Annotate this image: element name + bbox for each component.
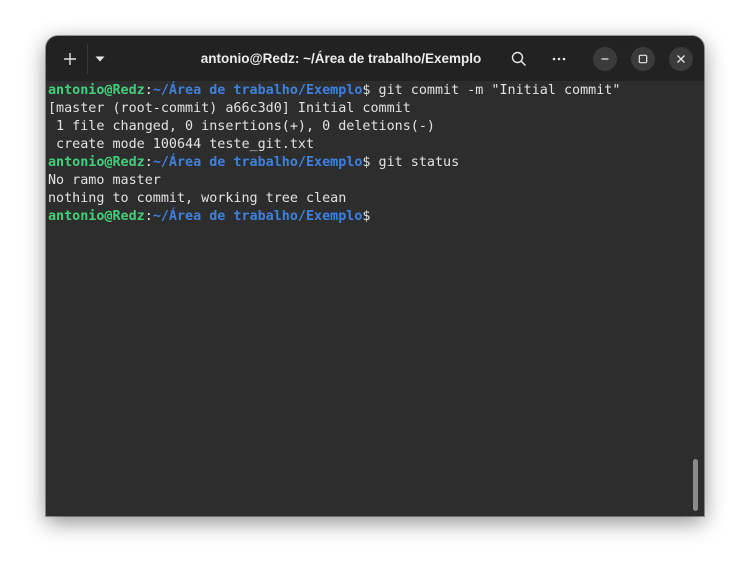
terminal-line-prompt: antonio@Redz:~/Área de trabalho/Exemplo$… — [48, 154, 620, 172]
prompt-separator: : — [144, 209, 153, 224]
prompt-command: $ — [362, 209, 371, 224]
prompt-path: ~/Área de trabalho/Exemplo — [152, 209, 363, 224]
search-button[interactable] — [505, 45, 533, 73]
tab-menu-button[interactable] — [89, 45, 111, 73]
terminal-line-output: 1 file changed, 0 insertions(+), 0 delet… — [48, 119, 435, 134]
maximize-button[interactable] — [631, 47, 655, 71]
terminal-line-prompt: antonio@Redz:~/Área de trabalho/Exemplo$… — [48, 82, 620, 100]
prompt-separator: : — [144, 83, 153, 98]
window-title: antonio@Redz: ~/Área de trabalho/Exemplo — [200, 51, 482, 66]
search-icon — [511, 51, 527, 67]
terminal-line-output: No ramo master — [48, 173, 161, 188]
new-tab-button[interactable] — [56, 45, 84, 73]
titlebar-divider — [87, 44, 88, 74]
scrollbar-thumb[interactable] — [693, 459, 698, 511]
plus-icon — [64, 53, 76, 65]
prompt-command: $ git status — [362, 155, 460, 170]
prompt-command: $ git commit -m "Initial commit" — [362, 83, 621, 98]
maximize-icon — [638, 54, 648, 64]
minimize-icon — [601, 58, 609, 60]
terminal-line-prompt: antonio@Redz:~/Área de trabalho/Exemplo$ — [48, 208, 620, 226]
close-icon — [677, 55, 685, 63]
terminal-line-output: [master (root-commit) a66c3d0] Initial c… — [48, 101, 411, 116]
terminal-window: antonio@Redz: ~/Área de trabalho/Exemplo — [46, 36, 704, 516]
terminal-line-output: nothing to commit, working tree clean — [48, 191, 347, 206]
ellipsis-icon — [552, 57, 566, 61]
prompt-user: antonio@Redz — [48, 155, 145, 170]
terminal-output[interactable]: antonio@Redz:~/Área de trabalho/Exemplo$… — [46, 81, 704, 516]
prompt-path: ~/Área de trabalho/Exemplo — [152, 83, 363, 98]
prompt-separator: : — [144, 155, 153, 170]
prompt-path: ~/Área de trabalho/Exemplo — [152, 155, 363, 170]
prompt-user: antonio@Redz — [48, 209, 145, 224]
prompt-user: antonio@Redz — [48, 83, 145, 98]
minimize-button[interactable] — [593, 47, 617, 71]
title-bar: antonio@Redz: ~/Área de trabalho/Exemplo — [46, 36, 704, 81]
chevron-down-icon — [95, 56, 105, 62]
more-options-button[interactable] — [545, 45, 573, 73]
terminal-line-output: create mode 100644 teste_git.txt — [48, 137, 315, 152]
close-button[interactable] — [669, 47, 693, 71]
